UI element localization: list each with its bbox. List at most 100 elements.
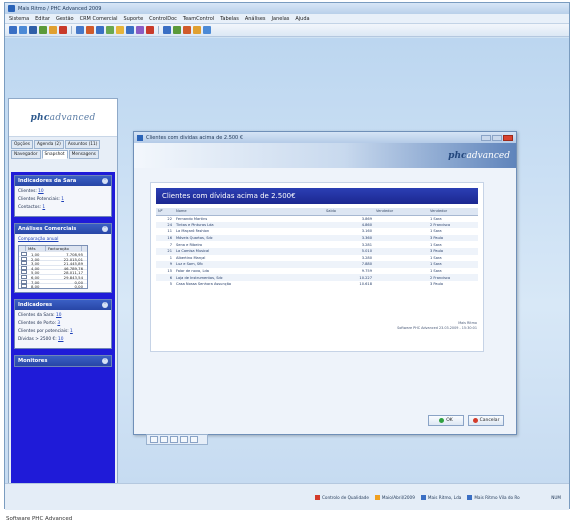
row-checkbox[interactable] [21,261,27,266]
grid-row[interactable]: 1,00 7.708,95 [19,251,87,257]
menu-suporte[interactable]: Suporte [124,16,144,22]
menu-crm-comercial[interactable]: CRM Comercial [80,16,118,22]
table-row[interactable]: 9 Luz e Som, Sfb 7.880 1 Sara [156,261,478,268]
indicator-link[interactable]: 1 [42,205,45,210]
mail-icon[interactable] [116,26,124,34]
documents-icon[interactable] [86,26,94,34]
new-icon[interactable] [9,26,17,34]
row-checkbox[interactable] [21,279,27,284]
collapse-icon[interactable]: ˄ [102,178,108,184]
column-header-saldo: Saldo [324,208,374,216]
comparacao-anual-link[interactable]: Comparação anual [18,237,58,242]
phc-app-icon [8,5,15,12]
star-icon[interactable] [193,26,201,34]
export-icon[interactable] [173,26,181,34]
indicator-link[interactable]: 10 [56,313,61,318]
section-header[interactable]: Monitores ˄ [15,355,111,366]
column-header-vendedor: Vendedor [374,208,428,216]
collapse-icon[interactable]: ˄ [102,357,108,364]
cancel-button[interactable]: Cancelar [468,415,504,426]
menu-controldoc[interactable]: ControlDoc [149,16,177,22]
task-mais-ritmo[interactable]: Mais Ritmo, Lda [420,494,461,500]
row-checkbox[interactable] [21,270,27,275]
chart-icon[interactable] [163,26,171,34]
grid-row[interactable]: 7,00 0,00 [19,278,87,285]
section-header[interactable]: Indicadores ˄ [15,299,111,310]
close-button[interactable] [503,134,513,141]
zoom-icon[interactable] [170,436,178,443]
task-mais-ritmo-vila[interactable]: Mais Ritmo Vila do Ro [467,494,520,500]
row-checkbox[interactable] [21,284,27,289]
section-header[interactable]: Análises Comerciais ˄ [15,224,111,234]
menu-gestao[interactable]: Gestão [56,16,74,22]
calendar-icon[interactable] [126,26,134,34]
menu-analises[interactable]: Análises [245,16,266,22]
menu-editar[interactable]: Editar [35,16,50,22]
export-icon[interactable] [180,436,188,443]
minimize-button[interactable] [481,134,491,141]
maximize-button[interactable] [492,134,502,141]
print-icon[interactable] [183,26,191,34]
table-row[interactable]: 22 Fernando Martins 3.869 1 Sara [156,215,478,222]
report-icon[interactable] [136,26,144,34]
table-row[interactable]: 15 Falar de novo, Lda 9.759 1 Sara [156,268,478,275]
task-maio-abril[interactable]: Maio/Abril/2009 [374,494,415,500]
grid-row[interactable]: 3,00 21.445,89 [19,260,87,266]
tab-assuntos[interactable]: Assuntos (11) [64,140,101,149]
grid-row[interactable]: 5,00 28.011,17 [19,269,87,275]
grid-row[interactable]: 8,00 0,00 [19,283,87,289]
settings-icon[interactable] [190,436,198,443]
menu-janelas[interactable]: Janelas [272,16,290,22]
tab-mensagens[interactable]: Mensagens [68,150,99,159]
dialog-toolbar [146,434,208,445]
refresh-icon[interactable] [39,26,47,34]
tab-opcoes[interactable]: Opções [11,140,33,149]
stock-icon[interactable] [106,26,114,34]
table-row[interactable]: 7 Sena e Ribeiro 3.281 1 Sara [156,241,478,248]
menu-ajuda[interactable]: Ajuda [295,16,309,22]
grid-row[interactable]: 2,00 22.015,01 [19,255,87,262]
help-icon[interactable] [203,26,211,34]
alert-icon[interactable] [146,26,154,34]
table-row[interactable]: 11 La Maçaró Fashion 3.160 1 Sara [156,228,478,235]
tab-agenda[interactable]: Agenda (2) [33,140,64,149]
table-row[interactable]: 21 La Camisa Musical 5.010 3 Paulo [156,247,478,255]
collapse-icon[interactable]: ˄ [102,226,108,232]
open-icon[interactable] [19,26,27,34]
tab-snapshot[interactable]: Snapshot [41,150,68,159]
indicator-link[interactable]: 3 [57,321,60,326]
section-header[interactable]: Indicadores da Sara ˄ [15,176,111,186]
cell-saldo: 4.860 [324,221,374,229]
table-row[interactable]: 1 Albertino Marçal 3.280 1 Sara [156,255,478,262]
invoice-icon[interactable] [96,26,104,34]
tab-navegador[interactable]: Navegador [11,150,41,159]
table-row[interactable]: 6 Loja de Instrumentos, Sdc 10.227 2 Franci… [156,274,478,281]
first-icon[interactable] [150,436,158,443]
row-checkbox[interactable] [21,274,27,279]
collapse-icon[interactable]: ˄ [102,301,108,308]
table-row[interactable]: 5 Casa Nossa Senhora Assunção 10.618 3 Paul… [156,281,478,288]
grid-row[interactable]: 4,00 46.789,76 [19,264,87,271]
row-checkbox[interactable] [21,252,27,256]
menu-tabelas[interactable]: Tabelas [220,16,239,22]
indicator-link[interactable]: 10 [38,189,43,194]
task-controlo-qualidade[interactable]: Controlo de Qualidade [315,494,369,500]
cell-vendedor: 2 Francisco [428,274,478,281]
clients-icon[interactable] [76,26,84,34]
table-row[interactable]: 16 Móveis Quartos, Sdc 3.360 3 Paulo [156,234,478,242]
delete-icon[interactable] [59,26,67,34]
folder-icon[interactable] [49,26,57,34]
facturacao-grid[interactable]: Mês Facturação 1,00 7.708,95 2,00 22.015,0… [18,245,88,289]
save-icon[interactable] [29,26,37,34]
table-row[interactable]: 24 Tintas e Pinturas Lda 4.860 2 Francisco [156,221,478,229]
indicator-link[interactable]: 1 [61,197,64,202]
ok-button[interactable]: OK [428,415,464,426]
menu-sistema[interactable]: Sistema [9,16,29,22]
indicator-link[interactable]: 10 [58,337,63,342]
indicator-link[interactable]: 1 [70,329,73,334]
grid-row[interactable]: 6,00 29.843,54 [19,273,87,280]
menu-teamcontrol[interactable]: TeamControl [183,16,214,22]
row-checkbox[interactable] [21,265,27,270]
print-icon[interactable] [160,436,168,443]
row-checkbox[interactable] [21,256,27,261]
